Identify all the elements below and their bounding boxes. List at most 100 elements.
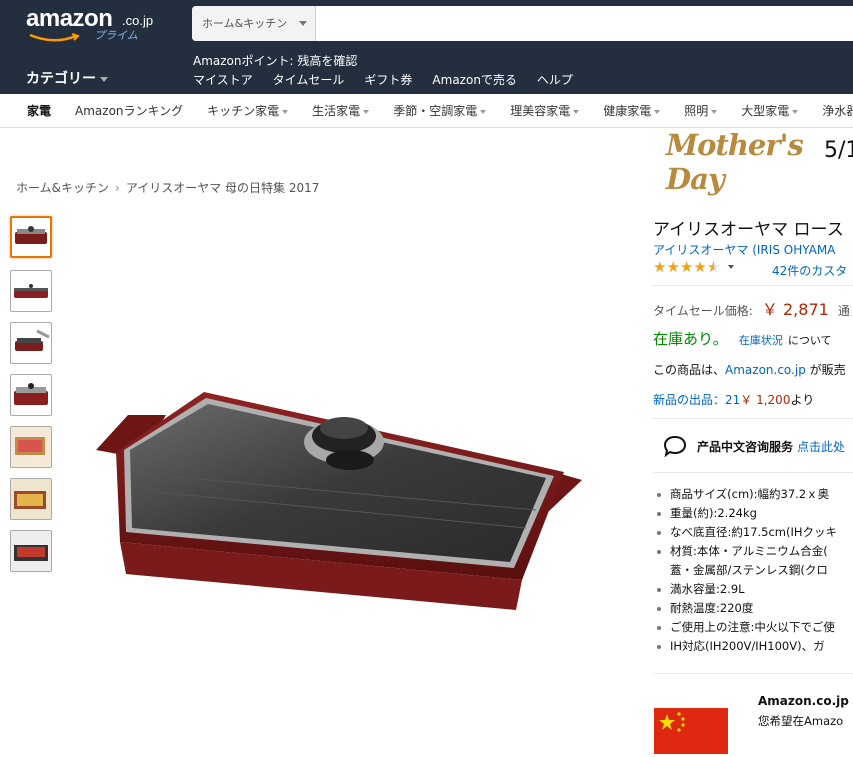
chevron-down-icon [573, 109, 580, 114]
new-offers-suffix: より [790, 393, 815, 407]
star-icon: ★ [666, 258, 680, 276]
new-offers: 新品の出品：21￥ 1,200より [653, 391, 814, 408]
nav-link-giftcard[interactable]: ギフト券 [364, 71, 412, 88]
seller-name: Amazon.co.jp [758, 694, 849, 708]
stock-status-suffix: について [787, 334, 832, 347]
sold-by-prefix: この商品は、 [653, 363, 726, 377]
feature-bullet: 満水容量:2.9L [655, 580, 837, 599]
feature-bullet: ご使用上の注意:中火以下でご使 [655, 618, 837, 637]
pan-thumb-image [15, 226, 47, 244]
subnav-item-beauty[interactable]: 理美容家電 [510, 102, 580, 119]
food-thumb-image [11, 427, 51, 467]
chevron-down-icon [654, 109, 661, 114]
search-bar: ホーム&キッチン [192, 6, 853, 43]
subnav-item-electronics[interactable]: 家電 [27, 102, 51, 119]
chevron-down-icon [100, 76, 108, 82]
subnav-item-label: 大型家電 [741, 104, 790, 118]
star-icon: ★ [693, 258, 707, 276]
subnav-item-label: 健康家電 [603, 104, 652, 118]
breadcrumb-item-home-kitchen[interactable]: ホーム&キッチン [16, 181, 109, 195]
chevron-down-icon[interactable] [728, 265, 735, 269]
subnav-item-water[interactable]: 浄水器 [822, 102, 853, 119]
subnav-item-ranking[interactable]: Amazonランキング [75, 102, 183, 119]
thumbnail-4[interactable] [10, 374, 52, 416]
brand-link[interactable]: アイリスオーヤマ (IRIS OHYAMA [653, 241, 835, 258]
china-flag-icon [654, 708, 728, 754]
site-header: amazon .co.jp プライム ホーム&キッチン Amazonポイント: … [0, 0, 853, 94]
feature-bullet: なべ底直径:約17.5cm(IHクッキ [655, 523, 837, 542]
search-department-label: ホーム&キッチン [202, 17, 288, 30]
subnav-item-label: 季節・空調家電 [393, 104, 478, 118]
pan-thumb-image [14, 383, 48, 405]
main-product-image[interactable] [96, 380, 584, 618]
price-label: タイムセール価格: [653, 304, 753, 318]
search-department-select[interactable]: ホーム&キッチン [192, 6, 316, 41]
subnav-item-living[interactable]: 生活家電 [312, 102, 370, 119]
chevron-down-icon [792, 109, 799, 114]
thumbnail-6[interactable] [10, 478, 52, 520]
chevron-down-icon [299, 21, 307, 26]
nav-link-mystore[interactable]: マイストア [193, 71, 253, 88]
food-thumb-image [11, 479, 51, 519]
stock-status-link[interactable]: 在庫状況 [739, 334, 783, 347]
stock-status: 在庫あり。 在庫状況 について [653, 328, 832, 349]
half-star-icon: ★★ [706, 258, 721, 276]
divider [653, 418, 853, 419]
feature-bullet: IH対応(IH200V/IH100V)、ガ [655, 637, 837, 656]
subnav-item-label: 理美容家電 [510, 104, 571, 118]
feature-bullet: 耐熱温度:220度 [655, 599, 837, 618]
product-title: アイリスオーヤマ ロース [653, 220, 844, 240]
price-row: タイムセール価格: ￥ 2,871 通 [653, 296, 850, 320]
chevron-down-icon [711, 109, 718, 114]
chinese-consult-row: 产品中文咨询服务 点击此处 [663, 435, 845, 457]
chat-bubble-icon [663, 435, 687, 457]
pan-thumb-image [14, 284, 48, 298]
subnav-item-kitchen[interactable]: キッチン家電 [207, 102, 289, 119]
consult-link[interactable]: 点击此处 [797, 438, 845, 455]
food-thumb-image [11, 531, 51, 571]
divider [653, 285, 853, 286]
thumbnail-1[interactable] [10, 216, 52, 258]
department-subnav: 家電 Amazonランキング キッチン家電 生活家電 季節・空調家電 理美容家電… [0, 94, 853, 128]
rating-stars[interactable]: ★ ★ ★ ★ ★★ [653, 258, 735, 276]
chevron-down-icon [363, 109, 370, 114]
breadcrumb-separator: › [115, 181, 120, 195]
divider [653, 673, 853, 674]
nav-link-help[interactable]: ヘルプ [537, 71, 573, 88]
seller-note: 您希望在Amazo [758, 714, 844, 728]
nav-link-sell[interactable]: Amazonで売る [432, 71, 517, 88]
points-link[interactable]: Amazonポイント: 残高を確認 [193, 52, 357, 69]
banner-date: 5/1 [824, 138, 853, 163]
subnav-item-label: 生活家電 [312, 104, 361, 118]
thumbnail-7[interactable] [10, 530, 52, 572]
star-icon: ★ [653, 258, 667, 276]
thumbnail-5[interactable] [10, 426, 52, 468]
new-offers-link[interactable]: 新品の出品：21 [653, 393, 740, 407]
feature-bullet: 商品サイズ(cm):幅約37.2ｘ奥 [655, 485, 837, 504]
smile-arrow-icon [29, 33, 80, 42]
sold-by: この商品は、Amazon.co.jp が販売 [653, 361, 846, 378]
breadcrumb-item-feature[interactable]: アイリスオーヤマ 母の日特集 2017 [126, 181, 320, 195]
thumbnail-3[interactable] [10, 322, 52, 364]
price-tax-note: 通 [837, 304, 850, 318]
nav-link-timesale[interactable]: タイムセール [273, 71, 345, 88]
reviews-link[interactable]: 42件のカスタ [772, 262, 847, 279]
category-label: カテゴリー [26, 71, 96, 87]
pan-thumb-image [15, 329, 50, 351]
star-icon: ★ [679, 258, 694, 276]
subnav-item-lighting[interactable]: 照明 [684, 102, 718, 119]
thumbnail-2[interactable] [10, 270, 52, 312]
feature-bullet-continued: 蓋・金属部/ステンレス鋼(クロ [670, 563, 828, 577]
subnav-item-seasonal[interactable]: 季節・空調家電 [393, 102, 487, 119]
category-menu[interactable]: カテゴリー [26, 68, 108, 88]
subnav-item-large-appliance[interactable]: 大型家電 [741, 102, 799, 119]
divider [653, 472, 853, 473]
seller-link[interactable]: Amazon.co.jp [725, 363, 806, 377]
subnav-item-label: キッチン家電 [207, 104, 280, 118]
search-input[interactable] [316, 6, 853, 43]
logo-prime: プライム [94, 29, 138, 42]
sold-by-suffix: が販売 [805, 363, 846, 377]
new-offers-price: ￥ 1,200 [740, 393, 791, 407]
subnav-item-health[interactable]: 健康家電 [603, 102, 661, 119]
amazon-logo[interactable]: amazon .co.jp プライム [26, 5, 166, 45]
